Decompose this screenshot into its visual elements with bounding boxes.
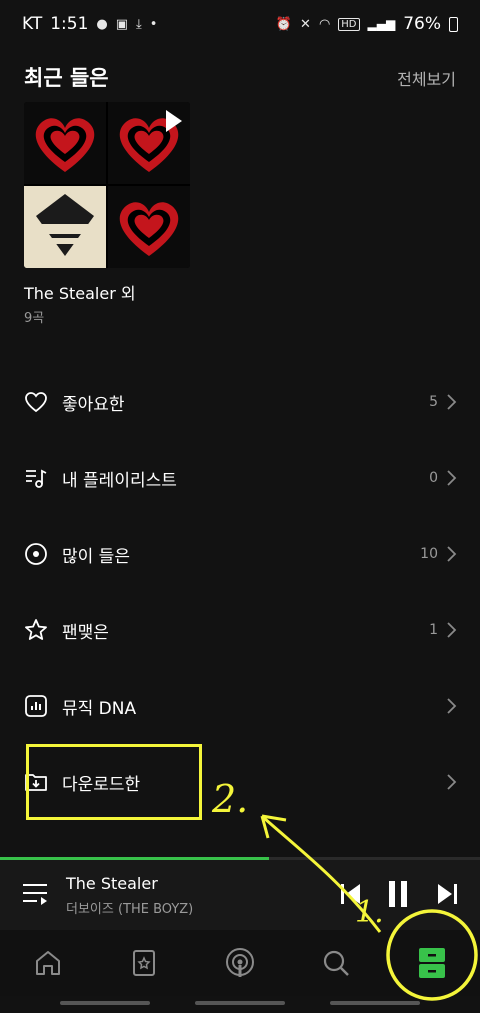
tab-collection[interactable]: [109, 933, 179, 993]
heart-art: [119, 202, 179, 256]
star-icon: [25, 619, 47, 640]
battery-icon: [449, 16, 458, 32]
album-cover-3: [24, 186, 106, 268]
podcast-icon: [226, 948, 254, 977]
menu-count: 10: [420, 546, 438, 562]
annotation-highlight-box: [26, 744, 202, 820]
reborn-art: [24, 186, 106, 268]
download-icon: ⤓: [136, 16, 142, 32]
clock: 1:51: [50, 14, 89, 34]
album-cover-2: [108, 102, 190, 184]
playlist-icon: [26, 469, 47, 488]
previous-icon[interactable]: [340, 882, 362, 906]
wifi-icon: ◠: [318, 16, 331, 32]
album-track-count: 9곡: [24, 311, 45, 326]
gesture-bar-recent[interactable]: [60, 1001, 150, 1005]
chevron-right-icon: [447, 698, 457, 714]
menu-label: 뮤직 DNA: [62, 699, 137, 719]
pause-icon[interactable]: [386, 880, 410, 908]
tab-library[interactable]: [397, 933, 467, 993]
bottom-tab-bar: [0, 930, 480, 996]
status-right: ⏰ ✕ ◠ HD ▂▄▆ 76%: [276, 14, 458, 34]
menu-label: 좋아요한: [62, 395, 125, 415]
alarm-icon: ⏰: [275, 16, 293, 32]
tab-search[interactable]: [301, 933, 371, 993]
menu-count: 5: [429, 394, 438, 410]
heart-icon: [25, 392, 47, 413]
menu-item-most-played[interactable]: 많이 들은 10: [0, 528, 480, 580]
album-cover-1: [24, 102, 106, 184]
menu-label: 많이 들은: [62, 547, 130, 567]
now-playing-title: The Stealer: [66, 874, 158, 893]
recent-album-mosaic[interactable]: [24, 102, 190, 268]
chevron-right-icon: [447, 394, 457, 410]
gesture-bar-home[interactable]: [195, 1001, 285, 1005]
chat-icon: ●: [96, 16, 108, 32]
menu-count: 0: [429, 470, 438, 486]
menu-label: 팬맺은: [62, 623, 109, 643]
section-title: 최근 들은: [24, 66, 109, 90]
library-drawer-icon: [419, 948, 445, 978]
home-icon: [36, 951, 60, 975]
chart-icon: [25, 695, 47, 717]
tab-home[interactable]: [13, 933, 83, 993]
album-cover-4: [108, 186, 190, 268]
see-all-link[interactable]: 전체보기: [397, 66, 456, 90]
mini-player[interactable]: The Stealer 더보이즈 (THE BOYZ): [0, 860, 480, 930]
annotation-arrowhead: [260, 814, 287, 839]
dot-icon: •: [149, 16, 158, 32]
menu-item-liked[interactable]: 좋아요한 5: [0, 376, 480, 428]
collection-icon: [133, 950, 155, 976]
chevron-right-icon: [447, 470, 457, 486]
chevron-right-icon: [447, 622, 457, 638]
search-icon: [323, 950, 349, 976]
menu-item-playlists[interactable]: 내 플레이리스트 0: [0, 452, 480, 504]
menu-label: 내 플레이리스트: [62, 471, 177, 491]
battery-text: 76%: [403, 14, 441, 34]
hd-badge: HD: [338, 17, 360, 31]
play-icon[interactable]: [166, 110, 182, 132]
menu-count: 1: [429, 622, 438, 638]
chevron-right-icon: [447, 774, 457, 790]
image-icon: ▣: [115, 16, 129, 32]
heart-art: [35, 118, 95, 172]
tab-podcast[interactable]: [205, 933, 275, 993]
chevron-right-icon: [447, 546, 457, 562]
next-icon[interactable]: [436, 882, 458, 906]
status-left: KT 1:51 ● ▣ ⤓ •: [22, 14, 157, 34]
menu-item-music-dna[interactable]: 뮤직 DNA: [0, 680, 480, 732]
carrier: KT: [22, 14, 43, 34]
status-bar: KT 1:51 ● ▣ ⤓ • ⏰ ✕ ◠ HD ▂▄▆ 76%: [0, 0, 480, 48]
album-title[interactable]: The Stealer 외: [24, 280, 136, 304]
now-playing-artist: 더보이즈 (THE BOYZ): [66, 902, 194, 917]
signal-icon: ▂▄▆: [367, 17, 396, 31]
gesture-bar-back[interactable]: [330, 1001, 420, 1005]
disc-icon: [25, 543, 47, 565]
mute-icon: ✕: [300, 16, 311, 32]
menu-item-fan[interactable]: 팬맺은 1: [0, 604, 480, 656]
queue-icon[interactable]: [22, 882, 48, 906]
